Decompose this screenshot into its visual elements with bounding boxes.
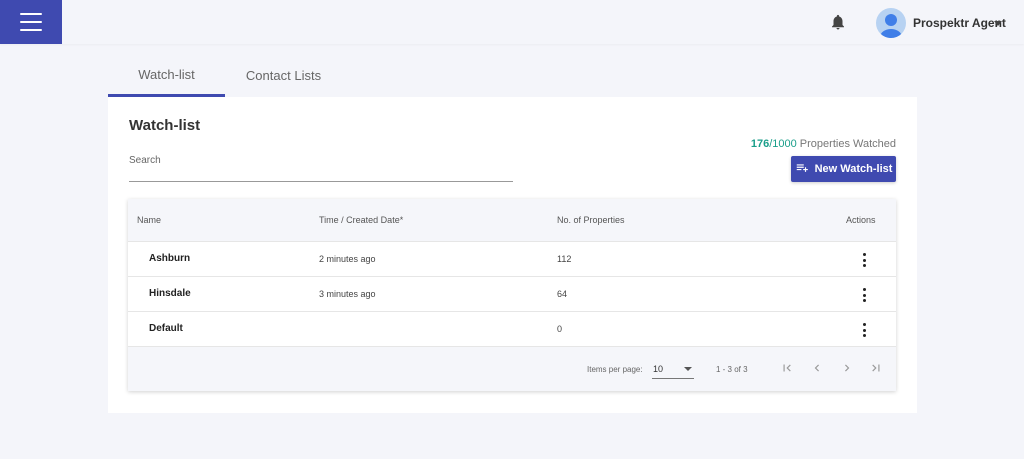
items-per-page-select[interactable]: 10 bbox=[652, 361, 694, 379]
items-per-page-label: Items per page: bbox=[587, 365, 643, 374]
avatar-icon[interactable] bbox=[876, 8, 906, 38]
menu-icon[interactable] bbox=[0, 0, 62, 44]
items-per-page-value: 10 bbox=[653, 364, 664, 374]
paginator: Items per page: 10 1 - 3 of 3 bbox=[128, 347, 896, 391]
more-vert-icon[interactable] bbox=[860, 323, 868, 337]
watched-max: /1000 bbox=[769, 138, 797, 150]
tab-bar: Watch-list Contact Lists bbox=[108, 54, 342, 98]
caret-down-icon[interactable] bbox=[994, 21, 1002, 26]
column-header-created[interactable]: Time / Created Date* bbox=[319, 215, 403, 225]
column-header-actions: Actions bbox=[846, 215, 876, 225]
caret-down-icon bbox=[684, 367, 692, 371]
chevron-left-icon[interactable] bbox=[810, 361, 824, 375]
last-page-icon[interactable] bbox=[869, 361, 883, 375]
column-header-name[interactable]: Name bbox=[137, 215, 161, 225]
row-name[interactable]: Default bbox=[149, 323, 183, 334]
more-vert-icon[interactable] bbox=[860, 288, 868, 302]
new-watch-list-button[interactable]: New Watch-list bbox=[791, 156, 896, 182]
playlist-add-icon bbox=[796, 164, 808, 172]
watch-list-card: Watch-list Search 176/1000 Properties Wa… bbox=[108, 97, 917, 413]
column-header-properties[interactable]: No. of Properties bbox=[557, 215, 625, 225]
table-row[interactable]: Hinsdale 3 minutes ago 64 bbox=[128, 277, 896, 312]
watched-suffix: Properties Watched bbox=[796, 138, 896, 150]
top-bar: Prospektr Agent bbox=[0, 0, 1024, 44]
properties-watched: 176/1000 Properties Watched bbox=[751, 138, 896, 150]
row-name[interactable]: Hinsdale bbox=[149, 288, 191, 299]
first-page-icon[interactable] bbox=[780, 361, 794, 375]
watch-list-table: Name Time / Created Date* No. of Propert… bbox=[128, 199, 896, 391]
tab-contact-lists[interactable]: Contact Lists bbox=[225, 54, 342, 97]
bell-icon[interactable] bbox=[829, 12, 847, 32]
page-title: Watch-list bbox=[129, 117, 201, 134]
row-name[interactable]: Ashburn bbox=[149, 253, 190, 264]
new-watch-list-label: New Watch-list bbox=[814, 163, 893, 175]
chevron-right-icon[interactable] bbox=[840, 361, 854, 375]
table-header: Name Time / Created Date* No. of Propert… bbox=[128, 199, 896, 242]
row-properties: 0 bbox=[557, 324, 563, 334]
search-input[interactable] bbox=[129, 163, 513, 182]
row-created: 3 minutes ago bbox=[319, 289, 376, 299]
tab-watch-list[interactable]: Watch-list bbox=[108, 54, 225, 97]
table-row[interactable]: Default 0 bbox=[128, 312, 896, 347]
more-vert-icon[interactable] bbox=[860, 253, 868, 267]
watched-count: 176 bbox=[750, 138, 770, 150]
row-properties: 112 bbox=[557, 254, 572, 264]
page-range: 1 - 3 of 3 bbox=[716, 365, 748, 374]
table-row[interactable]: Ashburn 2 minutes ago 112 bbox=[128, 242, 896, 277]
row-created: 2 minutes ago bbox=[319, 254, 376, 264]
user-name[interactable]: Prospektr Agent bbox=[913, 16, 1006, 30]
row-properties: 64 bbox=[557, 289, 568, 299]
